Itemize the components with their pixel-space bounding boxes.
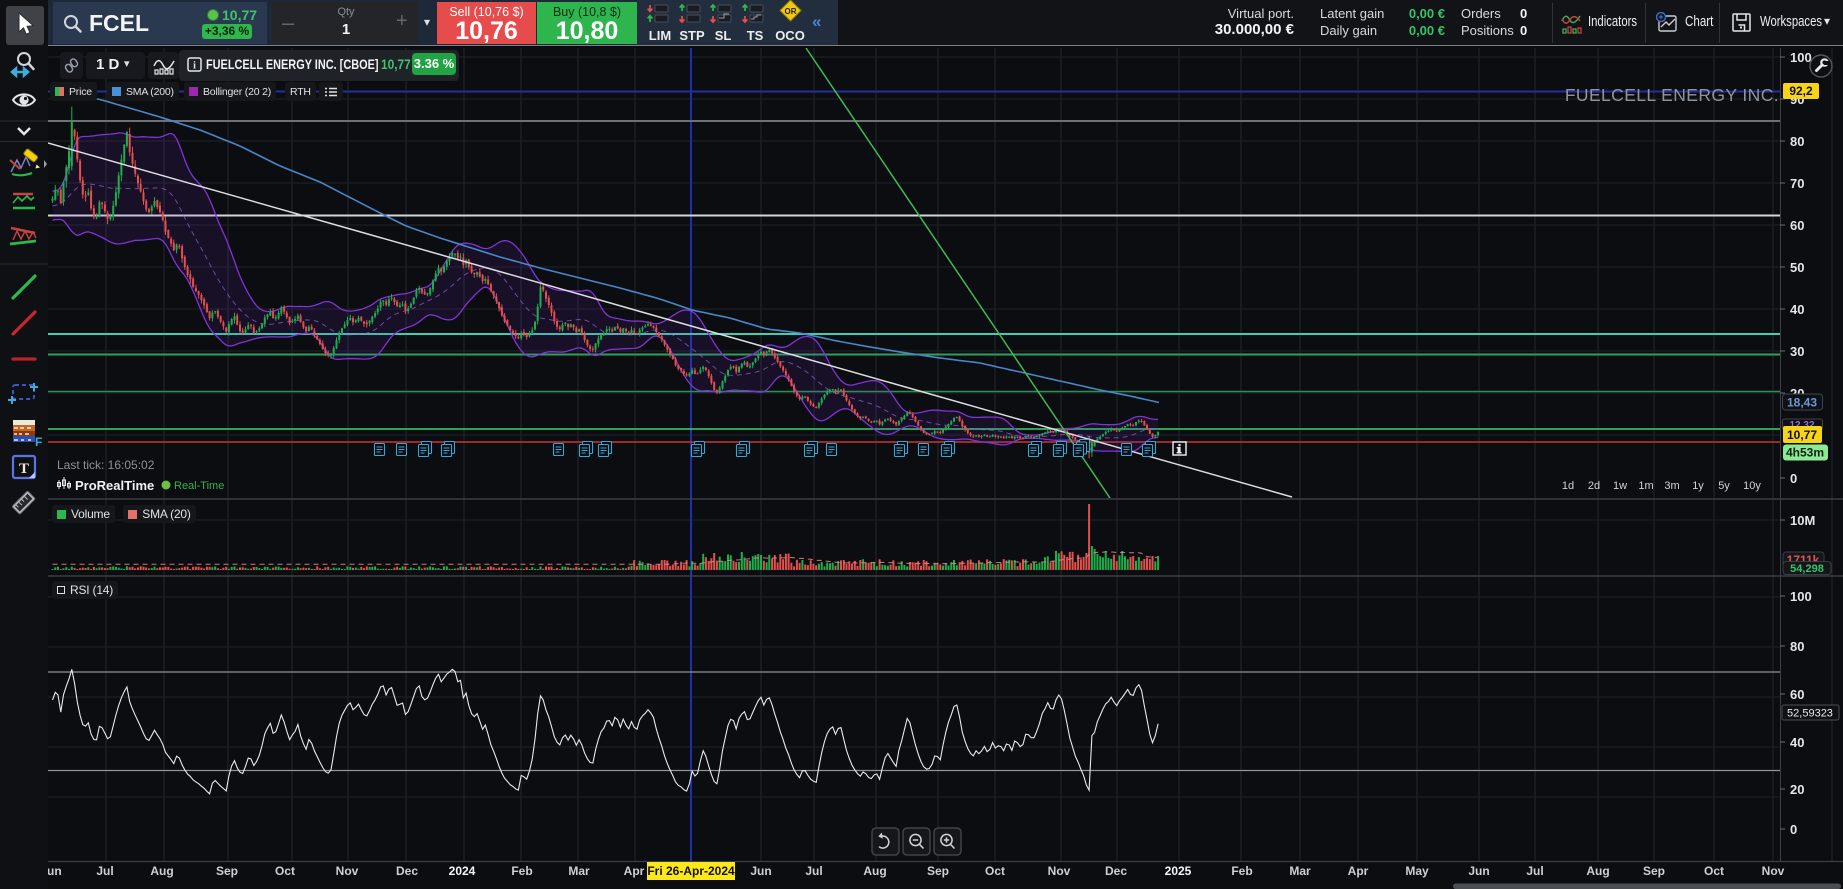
svg-text:OR: OR <box>785 7 797 16</box>
svg-text:Oct: Oct <box>1704 864 1724 878</box>
svg-text:Mar: Mar <box>568 864 590 878</box>
svg-text:STP: STP <box>679 28 705 43</box>
svg-text:Aug: Aug <box>1586 864 1609 878</box>
svg-text:i: i <box>193 61 196 72</box>
svg-text:40: 40 <box>1790 302 1804 317</box>
svg-text:80: 80 <box>1790 639 1804 654</box>
svg-text:Jul: Jul <box>805 864 822 878</box>
svg-text:100: 100 <box>1790 50 1812 65</box>
svg-text:Aug: Aug <box>863 864 886 878</box>
svg-text:2025: 2025 <box>1165 864 1192 878</box>
svg-text:Dec: Dec <box>396 864 418 878</box>
svg-text:T: T <box>19 461 29 477</box>
svg-text:FUELCELL ENERGY INC.: FUELCELL ENERGY INC. <box>1565 85 1779 105</box>
svg-text:Jul: Jul <box>96 864 113 878</box>
svg-text:5y: 5y <box>1718 480 1730 492</box>
svg-text:Feb: Feb <box>1231 864 1252 878</box>
svg-text:Fri 26-Apr-2024: Fri 26-Apr-2024 <box>647 864 735 878</box>
svg-text:F: F <box>35 435 42 449</box>
svg-text:10M: 10M <box>1790 513 1815 528</box>
svg-text:TS: TS <box>747 28 764 43</box>
svg-text:60: 60 <box>1790 687 1804 702</box>
svg-text:60: 60 <box>1790 218 1804 233</box>
svg-text:Jul: Jul <box>1526 864 1543 878</box>
svg-text:30: 30 <box>1790 344 1804 359</box>
svg-text:Apr: Apr <box>624 864 645 878</box>
svg-text:May: May <box>1405 864 1429 878</box>
svg-text:SL: SL <box>715 28 732 43</box>
svg-text:50: 50 <box>1790 260 1804 275</box>
svg-text:Real-Time: Real-Time <box>174 480 224 492</box>
svg-text:2024: 2024 <box>449 864 476 878</box>
svg-text:54,298: 54,298 <box>1790 563 1824 575</box>
svg-text:Nov: Nov <box>336 864 359 878</box>
svg-text:18,43: 18,43 <box>1787 396 1817 410</box>
svg-text:Jun: Jun <box>750 864 771 878</box>
svg-text:70: 70 <box>1790 176 1804 191</box>
svg-text:10,77: 10,77 <box>1787 428 1817 442</box>
svg-text:Oct: Oct <box>985 864 1005 878</box>
svg-text:Jun: Jun <box>1468 864 1489 878</box>
svg-text:3m: 3m <box>1664 480 1679 492</box>
svg-text:1d: 1d <box>1562 480 1574 492</box>
svg-text:20: 20 <box>1790 782 1804 797</box>
svg-text:4h53m: 4h53m <box>1786 446 1824 460</box>
svg-text:Last tick: 16:05:02: Last tick: 16:05:02 <box>57 458 155 472</box>
svg-text:1w: 1w <box>1613 480 1627 492</box>
svg-text:40: 40 <box>1790 735 1804 750</box>
svg-text:Oct: Oct <box>275 864 295 878</box>
svg-text:Nov: Nov <box>1762 864 1785 878</box>
svg-text:1y: 1y <box>1692 480 1704 492</box>
svg-text:Sep: Sep <box>1643 864 1665 878</box>
svg-text:Feb: Feb <box>511 864 532 878</box>
svg-text:10y: 10y <box>1743 480 1761 492</box>
svg-text:Sep: Sep <box>216 864 238 878</box>
svg-text:ProRealTime: ProRealTime <box>75 478 154 493</box>
svg-text:2d: 2d <box>1588 480 1600 492</box>
svg-text:LIM: LIM <box>649 28 671 43</box>
svg-text:100: 100 <box>1790 589 1812 604</box>
svg-text:0: 0 <box>1790 471 1797 486</box>
svg-text:80: 80 <box>1790 134 1804 149</box>
svg-text:0: 0 <box>1790 822 1797 837</box>
svg-text:92,2: 92,2 <box>1789 84 1813 98</box>
svg-text:Mar: Mar <box>1289 864 1311 878</box>
svg-text:Nov: Nov <box>1048 864 1071 878</box>
svg-text:Apr: Apr <box>1348 864 1369 878</box>
svg-text:Dec: Dec <box>1105 864 1127 878</box>
svg-text:Aug: Aug <box>150 864 173 878</box>
svg-text:OCO: OCO <box>775 28 805 43</box>
svg-text:Sep: Sep <box>927 864 949 878</box>
svg-text:52,59323: 52,59323 <box>1787 708 1833 720</box>
svg-text:1m: 1m <box>1638 480 1653 492</box>
